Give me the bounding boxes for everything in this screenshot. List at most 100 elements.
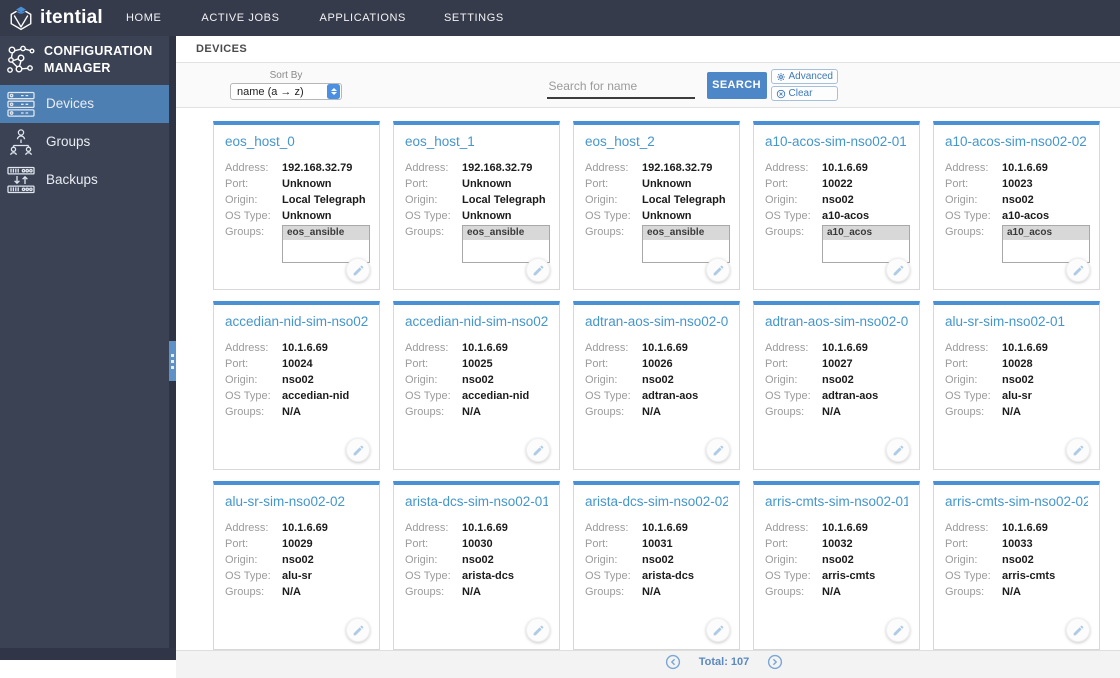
- device-os-type-value: adtran-aos: [642, 390, 699, 402]
- clear-button[interactable]: Clear: [770, 86, 838, 101]
- device-port-row: Port: 10033: [945, 536, 1088, 552]
- device-port-value: 10027: [822, 358, 853, 370]
- os-type-label: OS Type:: [945, 210, 991, 222]
- advanced-button[interactable]: Advanced: [770, 69, 838, 84]
- device-origin-value: nso02: [642, 554, 674, 566]
- device-address-row: Address: 10.1.6.69: [765, 520, 908, 536]
- device-name-link[interactable]: alu-sr-sim-nso02-02: [225, 494, 368, 509]
- edit-device-button[interactable]: [706, 258, 730, 282]
- pencil-edit-icon: [353, 625, 363, 635]
- edit-device-button[interactable]: [346, 618, 370, 642]
- device-os-type-row: OS Type: arista-dcs: [585, 568, 728, 584]
- device-groups-row: Groups: a10_acos: [765, 224, 910, 263]
- address-label: Address:: [405, 342, 449, 354]
- device-name-link[interactable]: adtran-aos-sim-nso02-01: [585, 314, 728, 329]
- port-label: Port:: [945, 178, 969, 190]
- gear-icon: [776, 72, 785, 81]
- origin-label: Origin:: [585, 374, 618, 386]
- sidebar-item-groups[interactable]: Groups: [0, 123, 169, 161]
- brand-name: itential: [40, 7, 103, 28]
- device-groups-value: N/A: [1002, 586, 1021, 598]
- edit-device-button[interactable]: [346, 258, 370, 282]
- edit-device-button[interactable]: [886, 258, 910, 282]
- device-name-link[interactable]: a10-acos-sim-nso02-01: [765, 134, 908, 149]
- device-name-link[interactable]: arista-dcs-sim-nso02-01: [405, 494, 548, 509]
- port-label: Port:: [585, 538, 609, 550]
- nav-item-settings[interactable]: SETTINGS: [444, 0, 504, 36]
- sort-select[interactable]: name (a → z): [230, 83, 342, 100]
- address-label: Address:: [765, 522, 809, 534]
- sort-by-label: Sort By: [269, 70, 303, 81]
- device-os-type-row: OS Type: Unknown: [585, 208, 728, 224]
- search-input[interactable]: [546, 74, 695, 99]
- device-os-type-row: OS Type: alu-sr: [945, 388, 1088, 404]
- port-label: Port:: [405, 538, 429, 550]
- device-origin-value: nso02: [282, 554, 314, 566]
- edit-device-button[interactable]: [1066, 438, 1090, 462]
- edit-device-button[interactable]: [346, 438, 370, 462]
- edit-device-button[interactable]: [886, 618, 910, 642]
- address-label: Address:: [945, 162, 989, 174]
- device-name-link[interactable]: accedian-nid-sim-nso02-02: [405, 314, 548, 329]
- address-label: Address:: [585, 522, 629, 534]
- device-name-link[interactable]: a10-acos-sim-nso02-02: [945, 134, 1088, 149]
- pagination-prev-button[interactable]: [665, 654, 681, 670]
- group-chip[interactable]: a10_acos: [1003, 226, 1089, 240]
- nav-item-active-jobs[interactable]: ACTIVE JOBS: [201, 0, 279, 36]
- os-type-label: OS Type:: [405, 570, 451, 582]
- os-type-label: OS Type:: [405, 390, 451, 402]
- edit-device-button[interactable]: [526, 258, 550, 282]
- device-name-link[interactable]: alu-sr-sim-nso02-01: [945, 314, 1088, 329]
- device-groups-row: Groups: eos_ansible: [405, 224, 550, 263]
- address-label: Address:: [225, 342, 269, 354]
- sidebar-item-label: Backups: [46, 172, 98, 188]
- device-port-value: 10031: [642, 538, 673, 550]
- device-name-link[interactable]: adtran-aos-sim-nso02-02: [765, 314, 908, 329]
- device-name-link[interactable]: arris-cmts-sim-nso02-02: [945, 494, 1088, 509]
- edit-device-button[interactable]: [526, 438, 550, 462]
- groups-label: Groups:: [405, 406, 445, 418]
- edit-device-button[interactable]: [1066, 618, 1090, 642]
- group-chip[interactable]: eos_ansible: [283, 226, 369, 240]
- device-name-link[interactable]: accedian-nid-sim-nso02-01: [225, 314, 368, 329]
- search-button[interactable]: SEARCH: [706, 71, 767, 99]
- sidebar-item-backups[interactable]: Backups: [0, 161, 169, 199]
- sidebar-item-devices[interactable]: Devices: [0, 84, 169, 123]
- device-groups-value: N/A: [642, 586, 661, 598]
- edit-device-button[interactable]: [1066, 258, 1090, 282]
- device-name-link[interactable]: eos_host_0: [225, 134, 368, 149]
- device-os-type-row: OS Type: a10-acos: [945, 208, 1088, 224]
- groups-label: Groups:: [945, 406, 985, 418]
- sidebar-resize-handle[interactable]: [169, 341, 176, 381]
- device-groups-row: Groups: N/A: [405, 404, 548, 420]
- edit-device-button[interactable]: [886, 438, 910, 462]
- edit-device-button[interactable]: [526, 618, 550, 642]
- device-name-link[interactable]: eos_host_1: [405, 134, 548, 149]
- device-card: arris-cmts-sim-nso02-02 Address: 10.1.6.…: [933, 481, 1100, 650]
- group-chip[interactable]: eos_ansible: [463, 226, 549, 240]
- device-name-link[interactable]: arista-dcs-sim-nso02-02: [585, 494, 728, 509]
- device-origin-value: Local Telegraph: [462, 194, 546, 206]
- top-nav-items: HOME ACTIVE JOBS APPLICATIONS SETTINGS: [126, 0, 504, 36]
- device-name-link[interactable]: arris-cmts-sim-nso02-01: [765, 494, 908, 509]
- group-chip[interactable]: eos_ansible: [643, 226, 729, 240]
- group-chip[interactable]: a10_acos: [823, 226, 909, 240]
- edit-device-button[interactable]: [706, 438, 730, 462]
- origin-label: Origin:: [945, 194, 978, 206]
- device-port-value: 10025: [462, 358, 493, 370]
- device-os-type-row: OS Type: arris-cmts: [765, 568, 908, 584]
- device-origin-row: Origin: nso02: [405, 552, 548, 568]
- os-type-label: OS Type:: [585, 390, 631, 402]
- edit-device-button[interactable]: [706, 618, 730, 642]
- device-port-value: 10033: [1002, 538, 1033, 550]
- device-name-link[interactable]: eos_host_2: [585, 134, 728, 149]
- device-groups-row: Groups: N/A: [225, 404, 368, 420]
- address-label: Address:: [585, 342, 629, 354]
- device-groups-value: N/A: [282, 406, 301, 418]
- pagination-next-button[interactable]: [767, 654, 783, 670]
- groups-label: Groups:: [765, 406, 805, 418]
- nav-item-home[interactable]: HOME: [126, 0, 161, 36]
- next-page-icon: [768, 654, 783, 670]
- device-card: accedian-nid-sim-nso02-02 Address: 10.1.…: [393, 301, 560, 470]
- nav-item-applications[interactable]: APPLICATIONS: [320, 0, 406, 36]
